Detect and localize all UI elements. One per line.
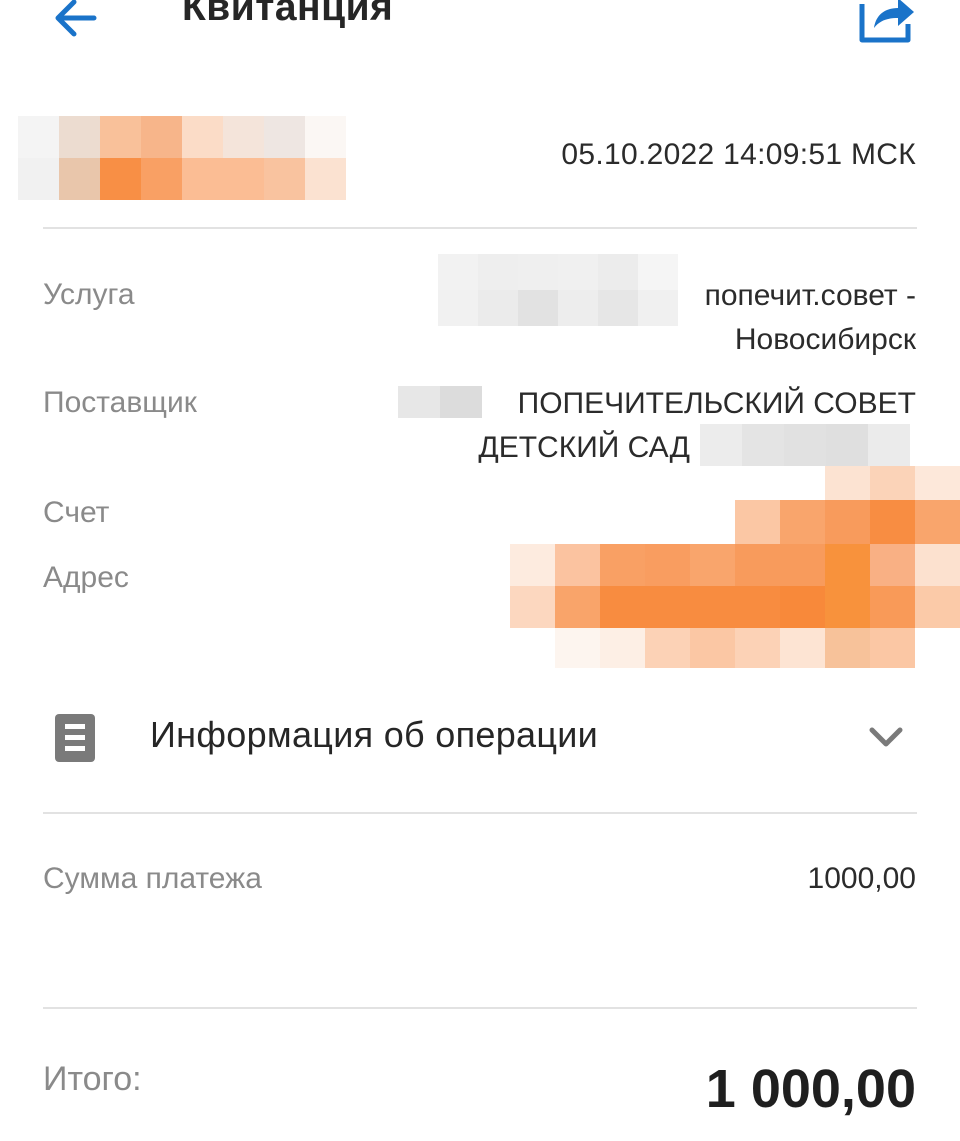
redacted-service-prefix: [438, 254, 678, 326]
redacted-account-address: [510, 466, 960, 668]
page-title: Квитанция: [182, 0, 394, 29]
redacted-logo: [18, 116, 346, 200]
document-icon: [55, 714, 95, 762]
back-button[interactable]: [50, 0, 102, 44]
account-label: Счет: [43, 496, 110, 529]
address-label: Адрес: [43, 561, 129, 594]
arrow-left-icon: [55, 0, 97, 37]
chevron-down-icon: [869, 727, 903, 747]
total-label: Итого:: [43, 1060, 142, 1098]
divider: [43, 1007, 917, 1009]
operation-info-toggle[interactable]: Информация об операции: [0, 700, 960, 780]
service-value-line1: попечит.совет -: [704, 279, 916, 312]
provider-label: Поставщик: [43, 386, 197, 419]
service-value-line2: Новосибирск: [734, 323, 916, 356]
provider-value-line2: ДЕТСКИЙ САД: [478, 431, 690, 464]
redacted-provider-prefix: [398, 386, 482, 418]
divider: [43, 227, 917, 229]
total-value: 1 000,00: [705, 1059, 916, 1119]
service-label: Услуга: [43, 278, 135, 311]
service-value: попечит.совет - Новосибирск: [705, 274, 916, 362]
share-icon: [859, 0, 914, 43]
receipt-datetime: 05.10.2022 14:09:51 МСК: [561, 138, 916, 171]
app-header: Квитанция: [0, 0, 960, 70]
share-button[interactable]: [856, 0, 916, 46]
provider-value-line1: ПОПЕЧИТЕЛЬСКИЙ СОВЕТ: [517, 387, 916, 420]
redacted-provider-suffix: [700, 424, 910, 466]
payment-amount-value: 1000,00: [807, 862, 916, 895]
payment-amount-label: Сумма платежа: [43, 862, 262, 895]
divider: [43, 812, 917, 814]
receipt-screen: Квитанция 05.10.2022 14:09:51 МСК Услуга…: [0, 0, 960, 1141]
operation-info-label: Информация об операции: [150, 714, 599, 755]
